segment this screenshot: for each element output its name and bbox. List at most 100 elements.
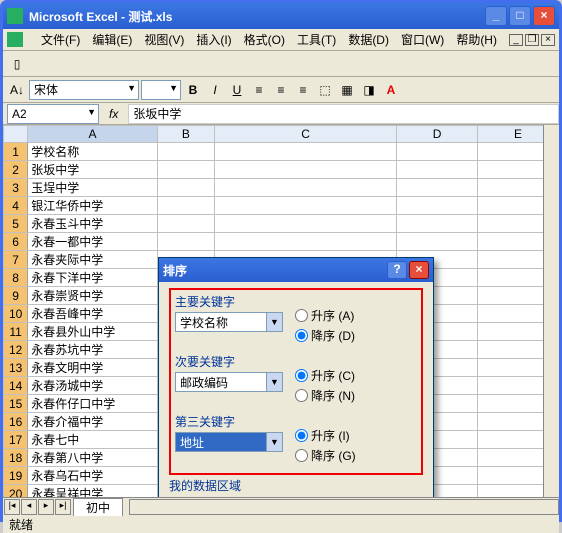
column-header[interactable]: D xyxy=(397,126,478,143)
menu-tools[interactable]: 工具(T) xyxy=(297,31,336,48)
name-box[interactable]: A2 xyxy=(7,104,99,124)
cell[interactable] xyxy=(157,179,214,197)
row-header[interactable]: 2 xyxy=(4,161,28,179)
cell[interactable]: 永春第八中学 xyxy=(28,449,157,467)
menu-view[interactable]: 视图(V) xyxy=(144,31,184,48)
cell[interactable]: 永春乌石中学 xyxy=(28,467,157,485)
cell[interactable] xyxy=(215,179,397,197)
dialog-close-button[interactable]: × xyxy=(409,261,429,279)
row-header[interactable]: 16 xyxy=(4,413,28,431)
row-header[interactable]: 5 xyxy=(4,215,28,233)
cell[interactable] xyxy=(397,179,478,197)
sheet-tab[interactable]: 初中 xyxy=(73,498,123,516)
cell[interactable] xyxy=(397,143,478,161)
minimize-button[interactable]: _ xyxy=(485,6,507,26)
cell[interactable]: 永春崇贤中学 xyxy=(28,287,157,305)
secondary-desc-radio[interactable]: 降序 (N) xyxy=(295,387,355,404)
fx-label[interactable]: fx xyxy=(99,107,128,121)
menu-help[interactable]: 帮助(H) xyxy=(456,31,497,48)
cell[interactable] xyxy=(397,215,478,233)
cell[interactable] xyxy=(397,197,478,215)
cell[interactable] xyxy=(397,233,478,251)
italic-button[interactable]: I xyxy=(205,80,225,100)
cell[interactable] xyxy=(397,161,478,179)
cell[interactable] xyxy=(215,233,397,251)
cell[interactable]: 永春汤城中学 xyxy=(28,377,157,395)
row-header[interactable]: 19 xyxy=(4,467,28,485)
cell[interactable] xyxy=(215,215,397,233)
secondary-key-select[interactable]: 邮政编码▼ xyxy=(175,372,283,392)
cell[interactable]: 永春呈祥中学 xyxy=(28,485,157,498)
fill-icon[interactable]: ◨ xyxy=(359,80,379,100)
bold-button[interactable]: B xyxy=(183,80,203,100)
vertical-scrollbar[interactable] xyxy=(543,125,559,497)
tab-first-button[interactable]: |◂ xyxy=(4,499,20,515)
row-header[interactable]: 4 xyxy=(4,197,28,215)
row-header[interactable]: 15 xyxy=(4,395,28,413)
menu-window[interactable]: 窗口(W) xyxy=(401,31,444,48)
third-asc-radio[interactable]: 升序 (I) xyxy=(295,427,356,444)
spreadsheet-grid[interactable]: ABCDE1学校名称2张坂中学3玉埕中学4银江华侨中学5永春玉斗中学6永春一都中… xyxy=(3,125,559,497)
cell[interactable]: 永春县外山中学 xyxy=(28,323,157,341)
font-size-select[interactable] xyxy=(141,80,181,100)
row-header[interactable]: 11 xyxy=(4,323,28,341)
close-button[interactable]: × xyxy=(533,6,555,26)
font-name-select[interactable]: 宋体 xyxy=(29,80,139,100)
cell[interactable]: 永春一都中学 xyxy=(28,233,157,251)
menu-file[interactable]: 文件(F) xyxy=(41,31,80,48)
menu-format[interactable]: 格式(O) xyxy=(244,31,285,48)
doc-restore-button[interactable]: ❐ xyxy=(525,34,539,46)
sort-asc-icon[interactable]: A↓ xyxy=(7,80,27,100)
merge-icon[interactable]: ⬚ xyxy=(315,80,335,100)
cell[interactable] xyxy=(215,197,397,215)
horizontal-scrollbar[interactable] xyxy=(129,499,559,515)
cell[interactable]: 永春仵仔口中学 xyxy=(28,395,157,413)
formula-input[interactable]: 张坂中学 xyxy=(128,104,559,124)
cell[interactable]: 永春文明中学 xyxy=(28,359,157,377)
cell[interactable]: 玉埕中学 xyxy=(28,179,157,197)
dialog-help-button[interactable]: ? xyxy=(387,261,407,279)
row-header[interactable]: 3 xyxy=(4,179,28,197)
maximize-button[interactable]: □ xyxy=(509,6,531,26)
menu-insert[interactable]: 插入(I) xyxy=(196,31,231,48)
menu-data[interactable]: 数据(D) xyxy=(348,31,389,48)
primary-asc-radio[interactable]: 升序 (A) xyxy=(295,307,355,324)
cell[interactable]: 永春七中 xyxy=(28,431,157,449)
cell[interactable] xyxy=(215,143,397,161)
column-header[interactable]: C xyxy=(215,126,397,143)
cell[interactable] xyxy=(157,197,214,215)
column-header[interactable]: B xyxy=(157,126,214,143)
font-color-button[interactable]: A xyxy=(381,80,401,100)
cell[interactable]: 永春玉斗中学 xyxy=(28,215,157,233)
border-icon[interactable]: ▦ xyxy=(337,80,357,100)
doc-minimize-button[interactable]: _ xyxy=(509,34,523,46)
column-header[interactable]: A xyxy=(28,126,157,143)
cell[interactable] xyxy=(157,161,214,179)
cell[interactable]: 学校名称 xyxy=(28,143,157,161)
cell[interactable] xyxy=(157,215,214,233)
doc-close-button[interactable]: × xyxy=(541,34,555,46)
cell[interactable] xyxy=(215,161,397,179)
cell[interactable] xyxy=(157,233,214,251)
underline-button[interactable]: U xyxy=(227,80,247,100)
row-header[interactable]: 12 xyxy=(4,341,28,359)
row-header[interactable]: 20 xyxy=(4,485,28,498)
cell[interactable]: 永春下洋中学 xyxy=(28,269,157,287)
row-header[interactable]: 17 xyxy=(4,431,28,449)
row-header[interactable]: 8 xyxy=(4,269,28,287)
align-right-icon[interactable]: ≡ xyxy=(293,80,313,100)
cell[interactable]: 永春夹际中学 xyxy=(28,251,157,269)
primary-desc-radio[interactable]: 降序 (D) xyxy=(295,327,355,344)
row-header[interactable]: 7 xyxy=(4,251,28,269)
primary-key-select[interactable]: 学校名称▼ xyxy=(175,312,283,332)
row-header[interactable]: 6 xyxy=(4,233,28,251)
third-desc-radio[interactable]: 降序 (G) xyxy=(295,447,356,464)
secondary-asc-radio[interactable]: 升序 (C) xyxy=(295,367,355,384)
cell[interactable] xyxy=(157,143,214,161)
row-header[interactable]: 9 xyxy=(4,287,28,305)
row-header[interactable]: 18 xyxy=(4,449,28,467)
row-header[interactable]: 1 xyxy=(4,143,28,161)
toolbar-button[interactable]: ▯ xyxy=(7,54,27,74)
cell[interactable]: 张坂中学 xyxy=(28,161,157,179)
align-left-icon[interactable]: ≡ xyxy=(249,80,269,100)
